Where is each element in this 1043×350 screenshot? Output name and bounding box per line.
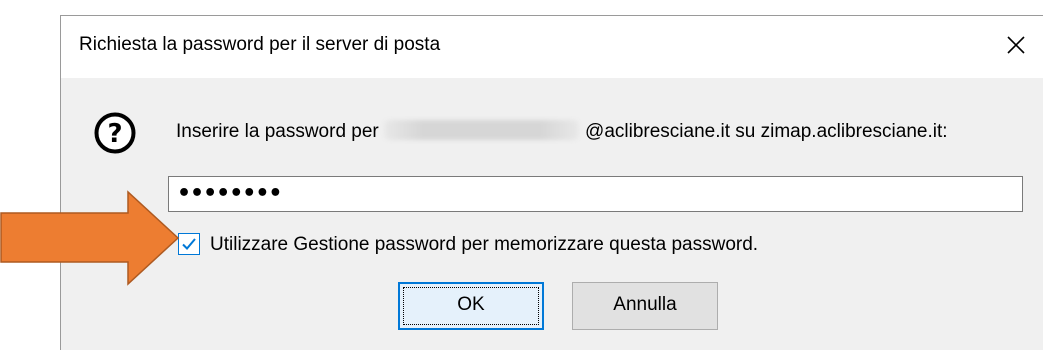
title-bar: Richiesta la password per il server di p… bbox=[61, 16, 1043, 78]
focus-ring bbox=[403, 287, 539, 325]
password-prompt: Inserire la password per @aclibresciane.… bbox=[176, 120, 948, 143]
redacted-username bbox=[384, 120, 580, 140]
close-icon bbox=[1007, 36, 1025, 54]
prompt-suffix: @aclibresciane.it su zimap.aclibresciane… bbox=[585, 121, 948, 142]
dialog-title: Richiesta la password per il server di p… bbox=[79, 34, 441, 55]
svg-text:?: ? bbox=[107, 119, 122, 149]
screenshot-stage: Richiesta la password per il server di p… bbox=[0, 0, 1043, 350]
remember-password-label[interactable]: Utilizzare Gestione password per memoriz… bbox=[210, 234, 758, 256]
password-dialog: Richiesta la password per il server di p… bbox=[60, 15, 1043, 350]
close-button[interactable] bbox=[1001, 30, 1031, 60]
password-input[interactable]: •••••••• bbox=[168, 176, 1023, 212]
prompt-prefix: Inserire la password per bbox=[176, 121, 379, 142]
cancel-button[interactable]: Annulla bbox=[572, 282, 718, 330]
annotation-arrow-icon bbox=[0, 190, 180, 286]
ok-button[interactable]: OK bbox=[398, 282, 544, 330]
question-circle-icon: ? bbox=[93, 111, 137, 155]
